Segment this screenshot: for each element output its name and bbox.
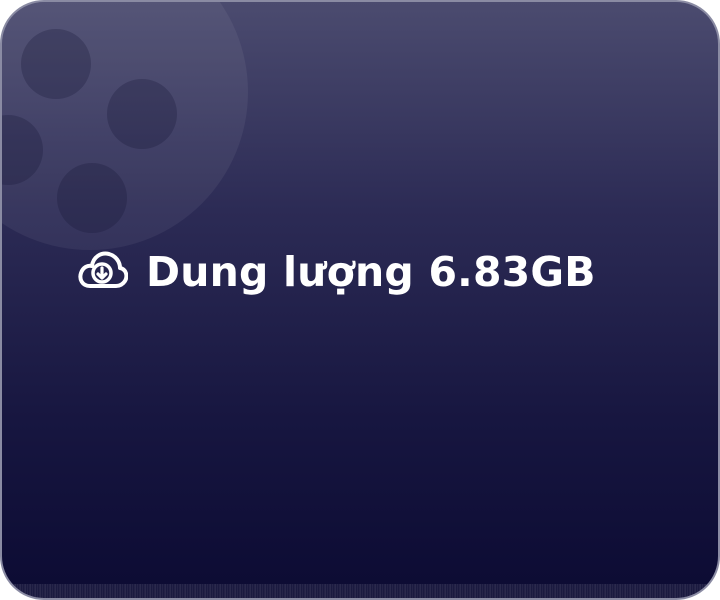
storage-label: Dung lượng 6.83GB bbox=[146, 248, 596, 296]
storage-card: Dung lượng 6.83GB bbox=[0, 0, 720, 600]
film-reel-icon bbox=[2, 2, 248, 250]
cloud-download-icon bbox=[76, 246, 128, 298]
grain-border bbox=[2, 584, 718, 598]
storage-info: Dung lượng 6.83GB bbox=[76, 240, 596, 304]
